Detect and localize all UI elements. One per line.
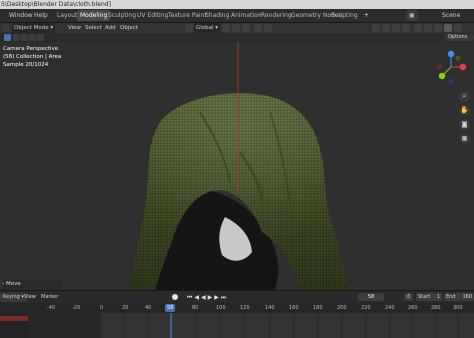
editor-type-icon[interactable]: [2, 24, 10, 32]
current-frame-field[interactable]: 58: [358, 293, 384, 301]
start-value: 1: [436, 294, 440, 300]
record-icon[interactable]: [172, 294, 178, 300]
last-operator-label: Move: [5, 281, 21, 287]
y-axis-handle: [438, 72, 446, 80]
timeline-menu-view[interactable]: View: [24, 293, 36, 302]
transform-orientation-label: Global: [196, 25, 214, 31]
menu-select[interactable]: Select: [85, 23, 102, 33]
transform-orientation-icon[interactable]: [185, 24, 193, 32]
scene-name[interactable]: Scene: [442, 9, 460, 22]
proportional-falloff-icon[interactable]: [264, 24, 272, 32]
snap-icon[interactable]: [232, 24, 240, 32]
playback-controls[interactable]: ⏮◀◀▶▶⏭: [187, 293, 228, 302]
timeline-tracks[interactable]: [0, 313, 474, 338]
playhead-frame-label[interactable]: 58: [165, 304, 176, 312]
menu-view[interactable]: View: [68, 23, 81, 33]
frame-tick: 220: [361, 305, 371, 311]
perspective-toggle-icon[interactable]: ▦: [459, 133, 470, 144]
options-label: Options: [448, 34, 468, 40]
neg-x-axis-handle: [436, 64, 442, 70]
menu-add[interactable]: Add: [105, 23, 116, 33]
frame-tick: 140: [265, 305, 275, 311]
start-frame-field[interactable]: Start 1: [416, 293, 442, 301]
frame-tick: 100: [216, 305, 226, 311]
select-box-icon[interactable]: [13, 34, 20, 41]
frame-tick: 240: [385, 305, 395, 311]
viewport-header: Object Mode ▾ View Select Add Object Glo…: [0, 23, 474, 33]
shading-rendered-icon[interactable]: [444, 24, 452, 32]
menu-window[interactable]: Window: [9, 9, 33, 22]
gizmo-icon[interactable]: [382, 24, 390, 32]
xray-icon[interactable]: [402, 24, 410, 32]
end-frame-field[interactable]: End 160: [444, 293, 474, 301]
select-intersect-icon[interactable]: [37, 34, 44, 41]
z-axis-handle: [447, 50, 455, 58]
select-extend-icon[interactable]: [21, 34, 28, 41]
timeline-header: Keying ▾ View Marker ⏮◀◀▶▶⏭ 58 ⏱ Start 1…: [0, 290, 474, 304]
shading-material-icon[interactable]: [434, 24, 442, 32]
x-axis-handle: [459, 63, 467, 71]
keying-label: Keying: [3, 294, 20, 300]
chevron-right-icon: ›: [2, 281, 5, 287]
timeline-grid: [51, 313, 459, 338]
frame-tick: 80: [192, 305, 199, 311]
render-sample-label: Sample 20/1024: [3, 62, 49, 68]
overlays-icon[interactable]: [392, 24, 400, 32]
snap-options-icon[interactable]: [242, 24, 250, 32]
last-operator-panel[interactable]: › Move: [2, 279, 62, 289]
frame-tick: 0: [100, 305, 104, 311]
proportional-edit-icon[interactable]: [254, 24, 262, 32]
collection-label: (58) Collection | Area: [3, 54, 62, 60]
window-title: S\Desktop\Blender Data\cloth.blend]: [1, 1, 111, 8]
keying-dropdown[interactable]: Keying ▾: [0, 293, 27, 302]
3d-viewport[interactable]: Camera Perspective (58) Collection | Are…: [0, 42, 474, 290]
navigation-gizmo[interactable]: [434, 50, 468, 86]
stopwatch-icon[interactable]: ⏱: [404, 293, 413, 301]
viewport-scene: [130, 42, 350, 290]
shading-options-icon[interactable]: [454, 24, 462, 32]
zoom-icon[interactable]: ⌕: [459, 91, 470, 102]
shading-wireframe-icon[interactable]: [414, 24, 422, 32]
visibility-icon[interactable]: [372, 24, 380, 32]
transform-orientation-dropdown[interactable]: Global ▾: [194, 23, 221, 33]
top-menu-bar: Window Help Layout Modeling Sculpting UV…: [0, 9, 474, 23]
neg-z-axis-handle: [448, 78, 454, 84]
select-subtract-icon[interactable]: [29, 34, 36, 41]
pan-hand-icon[interactable]: ✋: [459, 105, 470, 116]
frame-tick: 160: [289, 305, 299, 311]
frame-tick: 40: [145, 305, 152, 311]
menu-object[interactable]: Object: [120, 23, 138, 33]
pivot-icon[interactable]: [222, 24, 230, 32]
timeline-menu-marker[interactable]: Marker: [41, 293, 58, 302]
frame-tick: 260: [408, 305, 418, 311]
select-tool-icon[interactable]: [4, 34, 11, 41]
tool-settings-row: Options ▾: [0, 33, 474, 47]
neg-y-axis-handle: [455, 55, 461, 61]
frame-tick: 200: [337, 305, 347, 311]
frame-tick: 300: [453, 305, 463, 311]
workspace-tab-scripting[interactable]: Scripting: [328, 10, 361, 21]
frame-tick: 120: [240, 305, 250, 311]
menu-help[interactable]: Help: [34, 9, 48, 22]
camera-view-icon[interactable]: ◙: [459, 119, 470, 130]
object-mode-dropdown[interactable]: Object Mode ▾: [12, 23, 56, 33]
frame-tick: -40: [47, 305, 56, 311]
object-mode-label: Object Mode: [14, 25, 49, 31]
camera-perspective-label: Camera Perspective: [3, 46, 59, 52]
workspace-add-button[interactable]: +: [361, 10, 372, 21]
window-title-bar: S\Desktop\Blender Data\cloth.blend]: [0, 0, 474, 9]
end-label: End: [446, 294, 456, 300]
frame-tick: 280: [431, 305, 441, 311]
start-label: Start: [418, 294, 431, 300]
options-dropdown[interactable]: Options ▾: [445, 34, 474, 47]
timeline-ruler[interactable]: -40 -20 0 20 40 58 80 100 120 140 160 18…: [0, 303, 474, 313]
frame-tick: 180: [313, 305, 323, 311]
frame-tick: 20: [122, 305, 129, 311]
shading-solid-icon[interactable]: [424, 24, 432, 32]
scene-icon[interactable]: ▣: [406, 10, 418, 21]
end-value: 160: [462, 294, 472, 300]
frame-tick: -20: [72, 305, 81, 311]
